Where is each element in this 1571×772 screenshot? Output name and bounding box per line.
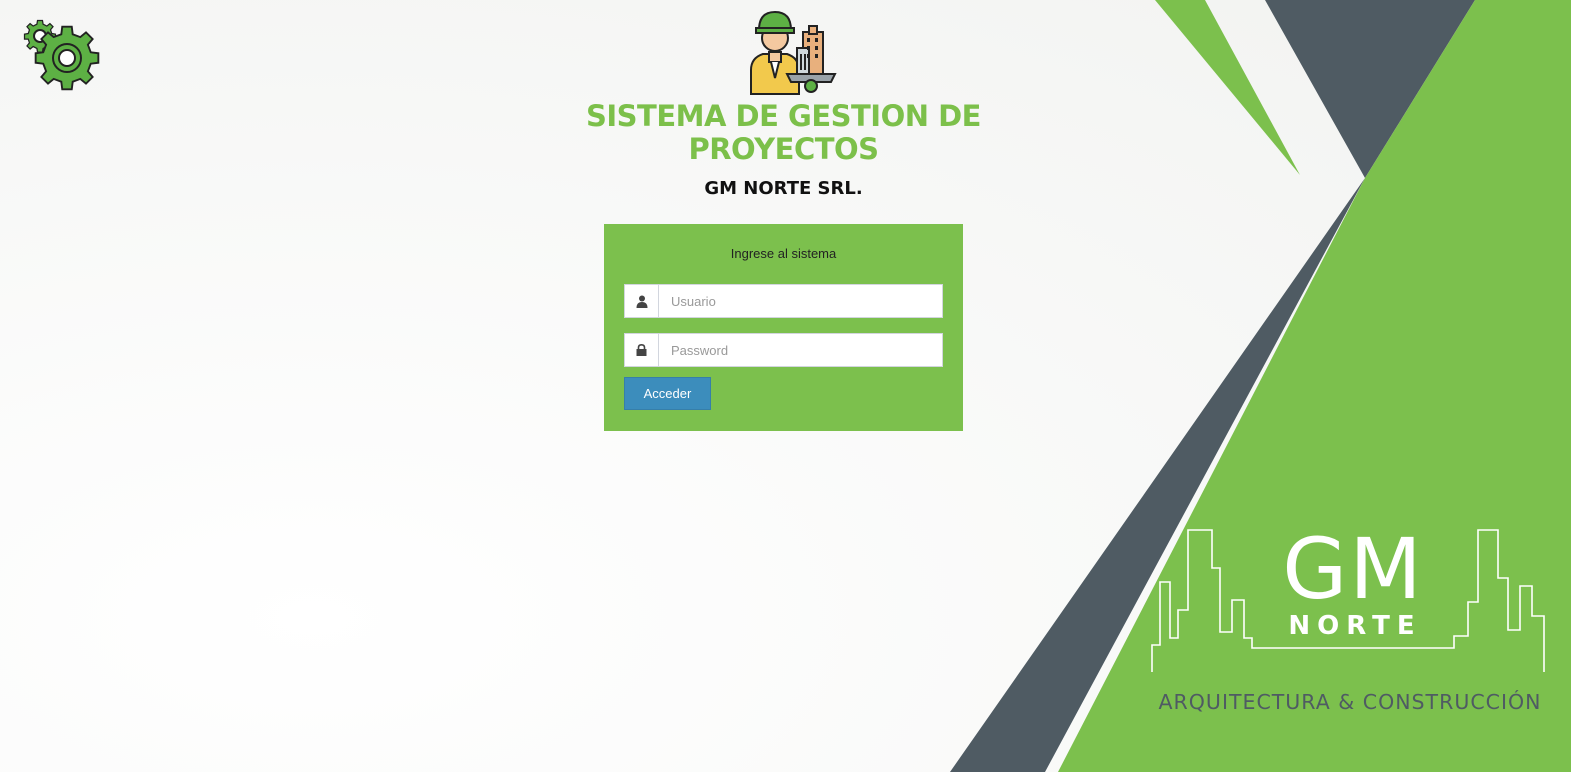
logo-sub: NORTE (1288, 611, 1421, 641)
password-input[interactable] (659, 334, 942, 366)
user-icon (625, 285, 659, 317)
username-group (624, 284, 943, 318)
password-group (624, 333, 943, 367)
brand-logo: GM NORTE ARQUITECTURA & CONSTRUCCIÓN (1151, 520, 1545, 714)
page-title: SISTEMA DE GESTION DE PROYECTOS (585, 99, 982, 166)
construction-worker-icon (750, 10, 837, 95)
logo-tagline: ARQUITECTURA & CONSTRUCCIÓN (1159, 689, 1542, 714)
lock-icon (625, 334, 659, 366)
login-button[interactable]: Acceder (624, 377, 711, 410)
logo-main: GM (1282, 520, 1424, 618)
login-box: Ingrese al sistema Acceder (604, 224, 963, 431)
gears-icon[interactable] (14, 6, 102, 94)
login-box-message: Ingrese al sistema (730, 246, 837, 261)
company-name: GM NORTE SRL. (704, 178, 863, 199)
username-input[interactable] (659, 285, 942, 317)
